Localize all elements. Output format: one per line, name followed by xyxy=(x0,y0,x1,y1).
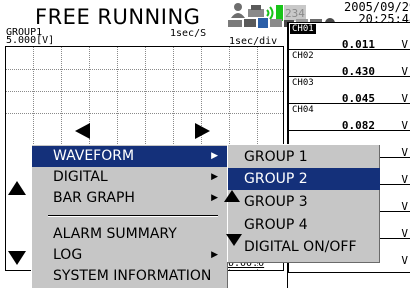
channel-name: CH02 xyxy=(292,51,314,61)
submenu-arrow-icon: ▶ xyxy=(211,172,218,182)
antenna-icon xyxy=(266,6,274,20)
run-mode-label: FREE RUNNING xyxy=(35,5,201,29)
channel-name: CH04 xyxy=(292,105,314,115)
menu-item-label: SYSTEM INFORMATION xyxy=(53,268,212,284)
submenu-item-group-2[interactable]: GROUP 2 xyxy=(228,168,380,190)
person-icon xyxy=(231,3,245,18)
menu-item-digital[interactable]: DIGITAL ▶ xyxy=(32,167,228,188)
printer-icon xyxy=(248,5,264,17)
menu-item-label: LOG xyxy=(53,247,83,263)
scroll-right-arrow-icon[interactable] xyxy=(193,123,211,139)
submenu-item-label: GROUP 1 xyxy=(244,149,308,165)
submenu-item-group-1[interactable]: GROUP 1 xyxy=(228,146,380,168)
submenu-arrow-icon: ▶ xyxy=(211,250,218,260)
scroll-left-arrow-icon[interactable] xyxy=(74,123,92,139)
menu-item-bar-graph[interactable]: BAR GRAPH ▶ xyxy=(32,188,228,209)
channel-name: CH01 xyxy=(290,24,316,34)
grid-line xyxy=(6,69,283,70)
status-number: 234 xyxy=(285,7,305,20)
signal-bar-icon: 234 xyxy=(276,5,306,21)
menu-item-log[interactable]: LOG ▶ xyxy=(32,245,228,266)
submenu-item-group-4[interactable]: GROUP 4 xyxy=(228,214,380,236)
scale-max-label: 5.000[V] xyxy=(6,35,55,46)
submenu-item-group-3[interactable]: GROUP 3 xyxy=(228,191,380,213)
grid-line xyxy=(6,113,283,114)
menu-item-label: ALARM SUMMARY xyxy=(53,226,177,242)
submenu-item-label: GROUP 3 xyxy=(244,194,308,210)
menu-item-system-information[interactable]: SYSTEM INFORMATION xyxy=(32,266,228,287)
submenu-arrow-icon: ▶ xyxy=(211,193,218,203)
menu-item-label: WAVEFORM xyxy=(53,148,135,164)
grid-line xyxy=(6,91,283,92)
submenu-item-label: DIGITAL ON/OFF xyxy=(244,239,357,255)
submenu-item-label: GROUP 4 xyxy=(244,217,308,233)
page-down-arrow-icon[interactable] xyxy=(8,250,26,266)
sample-interval-label: 1sec/S xyxy=(170,28,207,39)
submenu-down-arrow-icon[interactable] xyxy=(226,233,242,247)
channel-unit: V xyxy=(401,254,408,267)
submenu-item-label: GROUP 2 xyxy=(244,171,308,187)
page-up-arrow-icon[interactable] xyxy=(8,180,26,196)
menu-item-label: BAR GRAPH xyxy=(53,190,135,206)
submenu-item-digital-on-off[interactable]: DIGITAL ON/OFF xyxy=(228,236,380,258)
channel-name: CH03 xyxy=(292,78,314,88)
menu-separator xyxy=(48,215,218,217)
submenu-up-arrow-icon[interactable] xyxy=(224,189,240,203)
menu-item-alarm-summary[interactable]: ALARM SUMMARY xyxy=(32,224,228,245)
menu-item-waveform[interactable]: WAVEFORM ▶ xyxy=(32,146,228,167)
submenu-arrow-icon: ▶ xyxy=(211,151,218,161)
menu-item-label: DIGITAL xyxy=(53,169,108,185)
waveform-submenu: GROUP 1 GROUP 2 GROUP 3 GROUP 4 DIGITAL … xyxy=(227,144,380,262)
display-menu: WAVEFORM ▶ DIGITAL ▶ BAR GRAPH ▶ ALARM S… xyxy=(31,144,228,288)
